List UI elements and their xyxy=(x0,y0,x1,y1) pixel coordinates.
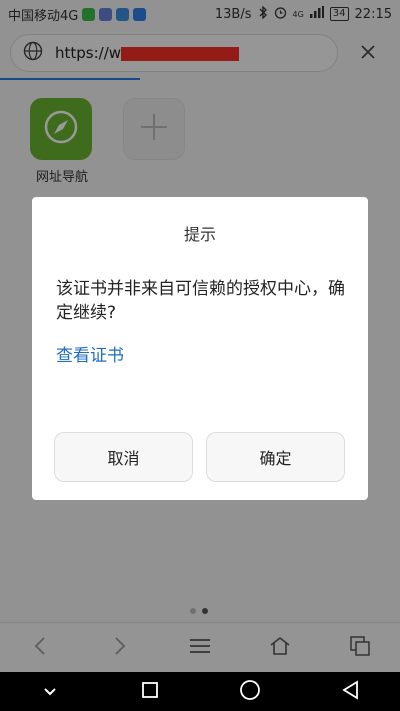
certificate-warning-dialog: 提示 该证书并非来自可信赖的授权中心，确定继续? 查看证书 取消 确定 xyxy=(32,197,368,500)
dialog-message: 该证书并非来自可信赖的授权中心，确定继续? xyxy=(56,279,345,323)
recent-apps-icon xyxy=(141,681,159,703)
system-nav-bar xyxy=(0,672,400,711)
collapse-button[interactable] xyxy=(30,674,70,710)
back-triangle-icon xyxy=(341,679,359,704)
dialog-title: 提示 xyxy=(183,225,216,244)
home-nav-button[interactable] xyxy=(230,674,270,710)
home-circle-icon xyxy=(239,679,261,705)
cancel-button[interactable]: 取消 xyxy=(54,432,193,482)
recent-apps-button[interactable] xyxy=(130,674,170,710)
collapse-icon xyxy=(43,682,57,701)
back-nav-button[interactable] xyxy=(330,674,370,710)
view-certificate-link[interactable]: 查看证书 xyxy=(56,341,124,366)
confirm-button[interactable]: 确定 xyxy=(206,432,345,482)
